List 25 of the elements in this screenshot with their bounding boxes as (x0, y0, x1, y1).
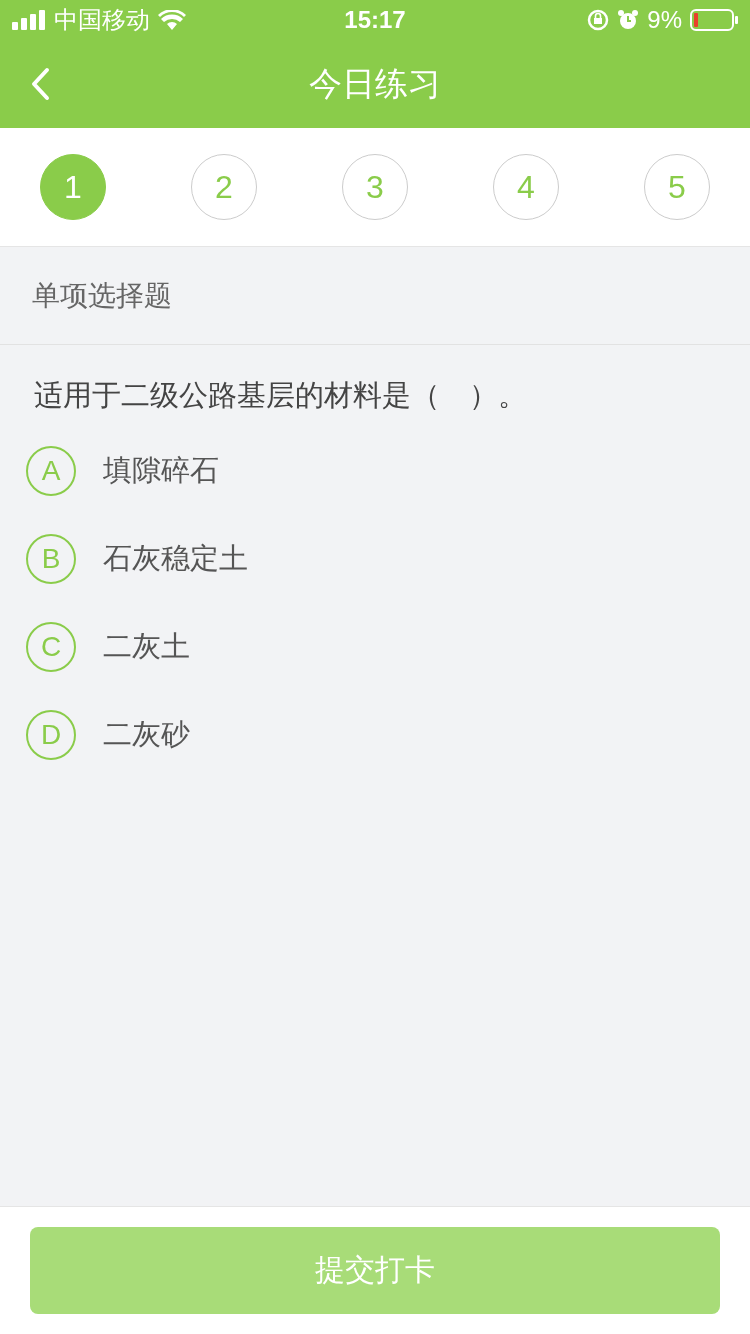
wifi-icon (158, 10, 186, 30)
option-text[interactable]: 二灰砂 (103, 715, 190, 755)
section-title: 单项选择题 (32, 278, 172, 313)
alarm-icon (617, 9, 640, 31)
question-number[interactable]: 4 (493, 154, 559, 220)
option-text[interactable]: 填隙碎石 (103, 451, 219, 491)
option-letter[interactable]: B (26, 534, 76, 584)
battery-percent: 9% (647, 6, 682, 34)
question-number[interactable]: 5 (644, 154, 710, 220)
clock-time: 15:17 (344, 6, 406, 34)
question-number[interactable]: 2 (191, 154, 257, 220)
option-letter[interactable]: A (26, 446, 76, 496)
option-text[interactable]: 石灰稳定土 (103, 539, 248, 579)
option-letter[interactable]: D (26, 710, 76, 760)
question-text: 适用于二级公路基层的材料是（ ）。 (33, 378, 528, 413)
option-letter[interactable]: C (26, 622, 76, 672)
question-number[interactable]: 3 (342, 154, 408, 220)
back-icon[interactable] (30, 67, 50, 101)
signal-icon (12, 10, 46, 30)
page-title: 今日练习 (309, 63, 441, 104)
question-number[interactable]: 1 (40, 154, 106, 220)
battery-icon (690, 9, 738, 31)
carrier-name: 中国移动 (54, 5, 150, 35)
option-text[interactable]: 二灰土 (103, 627, 190, 667)
rotation-lock-icon (587, 9, 610, 31)
